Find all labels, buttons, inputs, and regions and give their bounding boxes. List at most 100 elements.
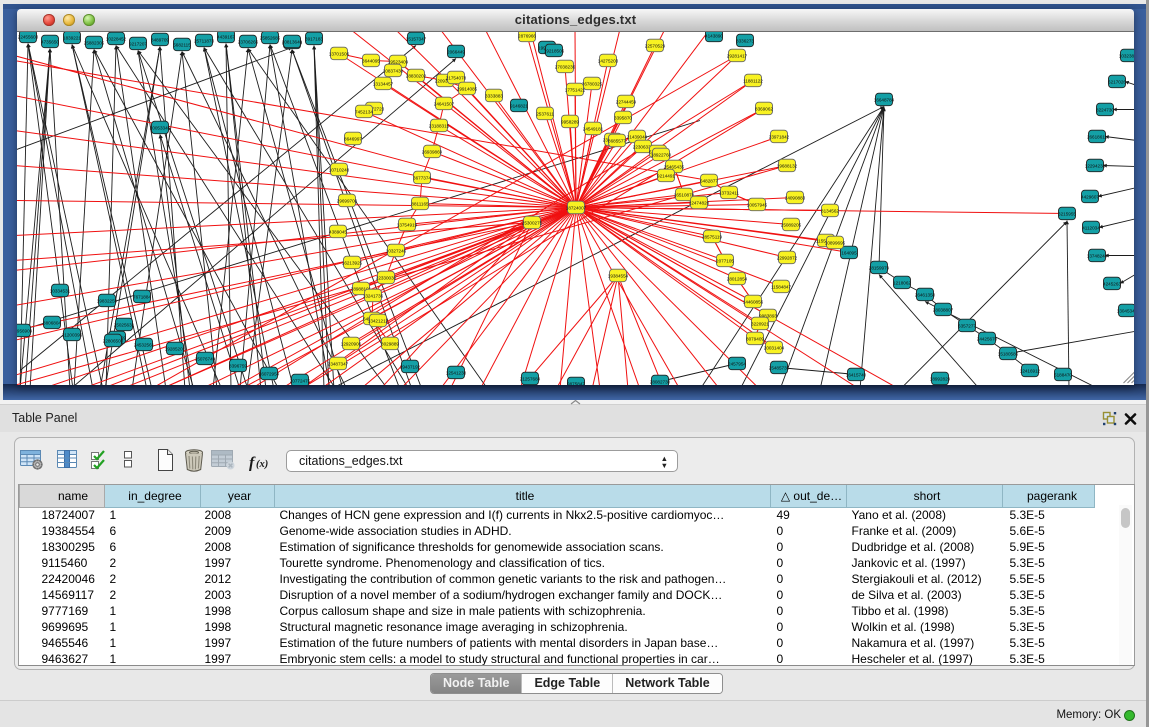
svg-text:3395870: 3395870: [614, 115, 632, 120]
svg-text:9217207: 9217207: [129, 41, 147, 46]
svg-text:6482877: 6482877: [700, 178, 718, 183]
svg-text:28575119: 28575119: [702, 234, 723, 239]
svg-text:8811165: 8811165: [411, 201, 429, 206]
svg-text:27038236: 27038236: [555, 64, 576, 69]
svg-text:15157347: 15157347: [406, 36, 427, 41]
svg-text:3917183: 3917183: [305, 36, 323, 41]
svg-text:15180586: 15180586: [998, 351, 1019, 356]
svg-text:28082730: 28082730: [650, 379, 671, 384]
svg-text:8806804: 8806804: [43, 320, 61, 325]
svg-text:22570529: 22570529: [645, 43, 666, 48]
svg-text:8685577: 8685577: [608, 138, 626, 143]
svg-text:22474828: 22474828: [689, 200, 710, 205]
svg-text:9875847: 9875847: [567, 381, 585, 385]
svg-text:9146821: 9146821: [510, 103, 528, 108]
svg-text:8336273: 8336273: [736, 38, 754, 43]
svg-text:20772475: 20772475: [290, 378, 311, 383]
svg-text:24425670: 24425670: [977, 336, 998, 341]
svg-text:8079409: 8079409: [746, 336, 764, 341]
svg-text:7671884: 7671884: [133, 294, 151, 299]
svg-text:21439044: 21439044: [627, 134, 648, 139]
svg-text:12416912: 12416912: [1020, 368, 1041, 373]
svg-text:26939869: 26939869: [422, 149, 443, 154]
svg-text:19523409: 19523409: [388, 59, 409, 64]
svg-text:11881122: 11881122: [743, 78, 763, 83]
svg-text:19832259: 19832259: [97, 298, 118, 303]
svg-text:28038807: 28038807: [933, 307, 954, 312]
svg-text:8396759: 8396759: [229, 363, 247, 368]
svg-text:f: f: [249, 455, 256, 472]
svg-text:1218062: 1218062: [893, 280, 911, 285]
svg-text:16648784: 16648784: [874, 97, 895, 102]
svg-text:12920906: 12920906: [341, 341, 362, 346]
svg-text:6357277: 6357277: [958, 323, 976, 328]
svg-text:19688132: 19688132: [777, 163, 798, 168]
svg-text:22455603: 22455603: [18, 34, 39, 39]
svg-text:28012854: 28012854: [727, 276, 748, 281]
svg-text:7452134: 7452134: [355, 109, 373, 114]
svg-text:23188315: 23188315: [429, 123, 450, 128]
svg-text:13701506: 13701506: [329, 51, 350, 56]
svg-text:3333883: 3333883: [485, 93, 503, 98]
svg-text:12294238: 12294238: [1085, 163, 1106, 168]
svg-text:(x): (x): [256, 459, 268, 470]
svg-text:2066449: 2066449: [447, 49, 465, 54]
svg-text:3220921: 3220921: [751, 321, 769, 326]
svg-text:26461350: 26461350: [915, 292, 936, 297]
svg-text:21754078: 21754078: [446, 75, 467, 80]
svg-text:20813640: 20813640: [282, 39, 303, 44]
svg-text:4143890: 4143890: [705, 33, 723, 38]
svg-text:23706266: 23706266: [238, 39, 259, 44]
svg-text:22330030: 22330030: [376, 275, 397, 280]
svg-text:4389045: 4389045: [329, 229, 347, 234]
svg-text:13421212: 13421212: [368, 318, 389, 323]
svg-text:8489709: 8489709: [151, 37, 169, 42]
svg-text:8224730: 8224730: [1096, 107, 1114, 112]
svg-text:13241736: 13241736: [363, 293, 384, 298]
svg-text:9958289: 9958289: [561, 119, 579, 124]
svg-text:25465435: 25465435: [664, 164, 685, 169]
svg-text:14460856: 14460856: [743, 299, 764, 304]
svg-text:13045349: 13045349: [1117, 308, 1134, 313]
svg-text:10710248: 10710248: [329, 167, 350, 172]
svg-text:23971842: 23971842: [769, 134, 790, 139]
svg-text:29914085: 29914085: [457, 86, 478, 91]
svg-text:10837430: 10837430: [383, 68, 404, 73]
svg-text:10228452: 10228452: [106, 36, 127, 41]
svg-text:18922760: 18922760: [651, 152, 672, 157]
svg-text:19285201: 19285201: [165, 346, 186, 351]
svg-text:8369062: 8369062: [755, 106, 773, 111]
svg-text:4439167: 4439167: [217, 34, 235, 39]
svg-text:26618611: 26618611: [1087, 134, 1108, 139]
svg-text:2457954: 2457954: [728, 361, 746, 366]
svg-text:3215955: 3215955: [1058, 211, 1076, 216]
svg-text:23487347: 23487347: [328, 361, 349, 366]
svg-text:16072954: 16072954: [259, 371, 280, 376]
svg-text:13748244: 13748244: [1087, 253, 1108, 258]
svg-text:25852685: 25852685: [260, 35, 281, 40]
svg-text:25711873: 25711873: [194, 38, 215, 43]
svg-text:22992872: 22992872: [777, 255, 798, 260]
svg-text:20031404: 20031404: [764, 345, 785, 350]
svg-text:26780325: 26780325: [582, 81, 603, 86]
svg-text:164095: 164095: [841, 250, 857, 255]
svg-text:28159979: 28159979: [869, 265, 890, 270]
svg-text:11584847: 11584847: [771, 284, 792, 289]
svg-text:29281417: 29281417: [727, 53, 748, 58]
svg-text:1839221: 1839221: [63, 35, 81, 40]
svg-text:24549181: 24549181: [583, 126, 604, 131]
svg-text:18724007: 18724007: [566, 205, 587, 210]
svg-text:2876966: 2876966: [518, 33, 536, 38]
svg-text:25882305: 25882305: [84, 40, 105, 45]
svg-text:22744459: 22744459: [616, 99, 637, 104]
svg-text:8646997: 8646997: [344, 136, 362, 141]
svg-text:3644095: 3644095: [362, 58, 380, 63]
svg-text:24641507: 24641507: [434, 101, 455, 106]
svg-text:2537611: 2537611: [536, 111, 554, 116]
svg-text:13134457: 13134457: [373, 81, 394, 86]
svg-text:4245263: 4245263: [1103, 281, 1121, 286]
svg-text:17751421: 17751421: [565, 87, 586, 92]
svg-text:19384554: 19384554: [608, 273, 629, 278]
svg-text:5188470: 5188470: [1054, 372, 1072, 377]
svg-text:10057945: 10057945: [747, 202, 768, 207]
